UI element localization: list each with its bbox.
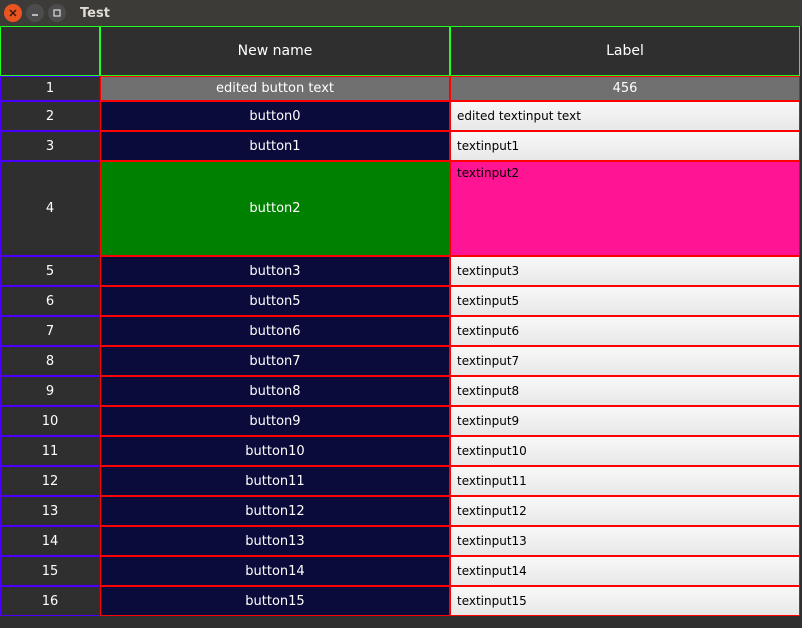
table-row: 2button0edited textinput text xyxy=(0,101,800,131)
row-button[interactable]: button5 xyxy=(100,286,450,316)
row-textinput[interactable]: edited textinput text xyxy=(450,101,800,131)
table-row: 8button7textinput7 xyxy=(0,346,800,376)
row-button[interactable]: button10 xyxy=(100,436,450,466)
row-button[interactable]: button12 xyxy=(100,496,450,526)
row-button[interactable]: button9 xyxy=(100,406,450,436)
table-header: New name Label xyxy=(0,26,800,76)
header-cell-name[interactable]: New name xyxy=(100,26,450,76)
row-textinput[interactable]: textinput7 xyxy=(450,346,800,376)
row-index: 6 xyxy=(0,286,100,316)
row-textinput[interactable]: textinput5 xyxy=(450,286,800,316)
row-index: 8 xyxy=(0,346,100,376)
row-index: 15 xyxy=(0,556,100,586)
window-controls xyxy=(0,4,70,22)
row-index: 16 xyxy=(0,586,100,616)
minimize-icon[interactable] xyxy=(26,4,44,22)
table-row: 4button2textinput2 xyxy=(0,161,800,256)
close-icon[interactable] xyxy=(4,4,22,22)
row-button[interactable]: button1 xyxy=(100,131,450,161)
table-row: 5button3textinput3 xyxy=(0,256,800,286)
table-row: 16button15textinput15 xyxy=(0,586,800,616)
row-textinput[interactable]: textinput6 xyxy=(450,316,800,346)
row-index: 13 xyxy=(0,496,100,526)
table-row: 6button5textinput5 xyxy=(0,286,800,316)
window-title: Test xyxy=(70,6,110,21)
row-index: 9 xyxy=(0,376,100,406)
row-index: 12 xyxy=(0,466,100,496)
row-button[interactable]: button0 xyxy=(100,101,450,131)
table-row: 9button8textinput8 xyxy=(0,376,800,406)
table-row: 3button1textinput1 xyxy=(0,131,800,161)
table-row: 11button10textinput10 xyxy=(0,436,800,466)
row-index: 11 xyxy=(0,436,100,466)
table-row: 12button11textinput11 xyxy=(0,466,800,496)
row-button[interactable]: button8 xyxy=(100,376,450,406)
row-index: 1 xyxy=(0,76,100,101)
maximize-icon[interactable] xyxy=(48,4,66,22)
row-textinput[interactable]: textinput13 xyxy=(450,526,800,556)
table-row: 13button12textinput12 xyxy=(0,496,800,526)
row-textinput[interactable]: textinput14 xyxy=(450,556,800,586)
row-index: 10 xyxy=(0,406,100,436)
row-textinput[interactable]: textinput3 xyxy=(450,256,800,286)
table-row: 1edited button text456 xyxy=(0,76,800,101)
row-index: 7 xyxy=(0,316,100,346)
table-row: 7button6textinput6 xyxy=(0,316,800,346)
row-textinput[interactable]: textinput2 xyxy=(450,161,800,256)
row-button[interactable]: button2 xyxy=(100,161,450,256)
row-button[interactable]: button7 xyxy=(100,346,450,376)
table-row: 10button9textinput9 xyxy=(0,406,800,436)
row-index: 2 xyxy=(0,101,100,131)
row-textinput[interactable]: textinput11 xyxy=(450,466,800,496)
row-button[interactable]: button3 xyxy=(100,256,450,286)
header-cell-label[interactable]: Label xyxy=(450,26,800,76)
row-textinput[interactable]: textinput15 xyxy=(450,586,800,616)
table-row: 14button13textinput13 xyxy=(0,526,800,556)
row-index: 5 xyxy=(0,256,100,286)
row-textinput[interactable]: textinput10 xyxy=(450,436,800,466)
data-table: New name Label 1edited button text4562bu… xyxy=(0,26,800,616)
row-textinput[interactable]: textinput8 xyxy=(450,376,800,406)
row-textinput[interactable]: textinput9 xyxy=(450,406,800,436)
row-textinput[interactable]: textinput1 xyxy=(450,131,800,161)
row-textinput[interactable]: textinput12 xyxy=(450,496,800,526)
window-titlebar: Test xyxy=(0,0,802,26)
row-index: 14 xyxy=(0,526,100,556)
row-index: 3 xyxy=(0,131,100,161)
table-row: 15button14textinput14 xyxy=(0,556,800,586)
row-button[interactable]: button15 xyxy=(100,586,450,616)
row-button[interactable]: button13 xyxy=(100,526,450,556)
row-button[interactable]: button11 xyxy=(100,466,450,496)
row-textinput[interactable]: 456 xyxy=(450,76,800,101)
row-index: 4 xyxy=(0,161,100,256)
header-cell-index[interactable] xyxy=(0,26,100,76)
row-button[interactable]: edited button text xyxy=(100,76,450,101)
row-button[interactable]: button6 xyxy=(100,316,450,346)
row-button[interactable]: button14 xyxy=(100,556,450,586)
